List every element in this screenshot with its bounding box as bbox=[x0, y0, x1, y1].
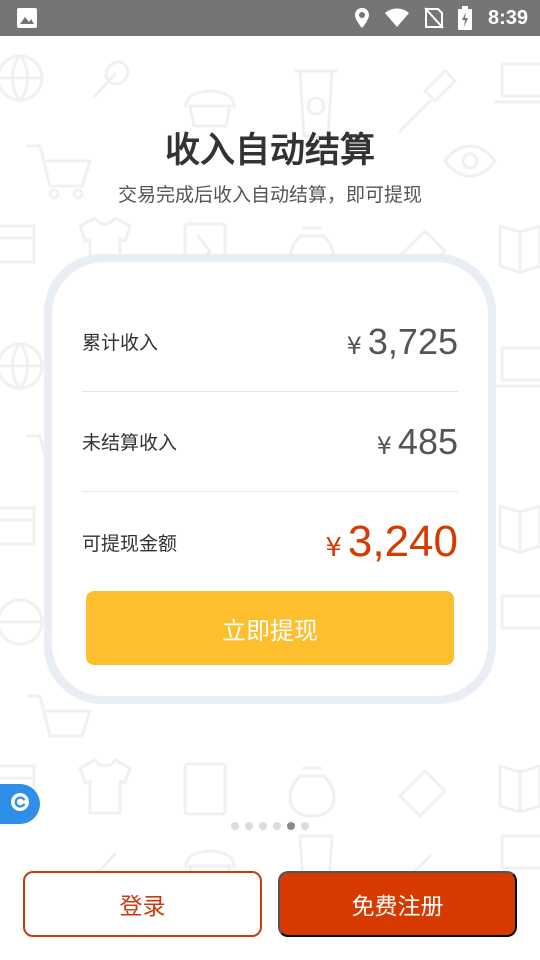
battery-charging-icon bbox=[457, 6, 472, 30]
currency-symbol: ¥ bbox=[376, 431, 392, 460]
page-dot-active bbox=[287, 822, 295, 830]
floating-assist-button[interactable] bbox=[0, 784, 40, 824]
no-sim-icon bbox=[424, 7, 444, 29]
wifi-icon bbox=[384, 8, 410, 28]
page-indicator bbox=[0, 822, 540, 830]
unsettled-income-row: 未结算收入 ¥ 485 bbox=[82, 392, 458, 492]
register-button[interactable]: 免费注册 bbox=[278, 871, 517, 937]
withdrawable-value: 3,240 bbox=[347, 517, 458, 566]
page-dot bbox=[245, 822, 253, 830]
total-income-value: 3,725 bbox=[367, 320, 458, 362]
page-subtitle: 交易完成后收入自动结算，即可提现 bbox=[117, 184, 422, 206]
refresh-icon bbox=[9, 791, 31, 817]
page-title: 收入自动结算 bbox=[164, 131, 375, 171]
cupcake-icon bbox=[184, 89, 236, 128]
page-dot bbox=[301, 822, 309, 830]
unsettled-income-value: 485 bbox=[397, 420, 458, 462]
location-icon bbox=[354, 7, 370, 29]
total-income-amount: ¥ 3,725 bbox=[347, 321, 458, 363]
box-icon bbox=[0, 224, 36, 264]
image-icon bbox=[16, 7, 38, 29]
withdrawable-label: 可提现金额 bbox=[82, 532, 178, 555]
microphone-icon bbox=[93, 60, 130, 98]
laptop-icon bbox=[494, 62, 540, 104]
total-income-row: 累计收入 ¥ 3,725 bbox=[82, 292, 458, 392]
globe-icon bbox=[0, 54, 44, 102]
page-dot bbox=[273, 822, 281, 830]
login-button[interactable]: 登录 bbox=[23, 871, 262, 937]
currency-symbol: ¥ bbox=[346, 331, 362, 360]
unsettled-income-amount: ¥ 485 bbox=[377, 421, 458, 463]
page-dot bbox=[231, 822, 239, 830]
currency-symbol: ¥ bbox=[325, 533, 342, 563]
page-dot bbox=[259, 822, 267, 830]
withdraw-button[interactable]: 立即提现 bbox=[86, 591, 454, 665]
total-income-label: 累计收入 bbox=[82, 332, 159, 354]
unsettled-income-label: 未结算收入 bbox=[82, 432, 178, 454]
book-icon bbox=[498, 224, 540, 274]
withdrawable-amount: ¥ 3,240 bbox=[325, 517, 458, 567]
status-time: 8:39 bbox=[487, 6, 528, 29]
status-bar: 8:39 bbox=[0, 0, 540, 36]
withdrawable-row: 可提现金额 ¥ 3,240 bbox=[82, 492, 458, 592]
